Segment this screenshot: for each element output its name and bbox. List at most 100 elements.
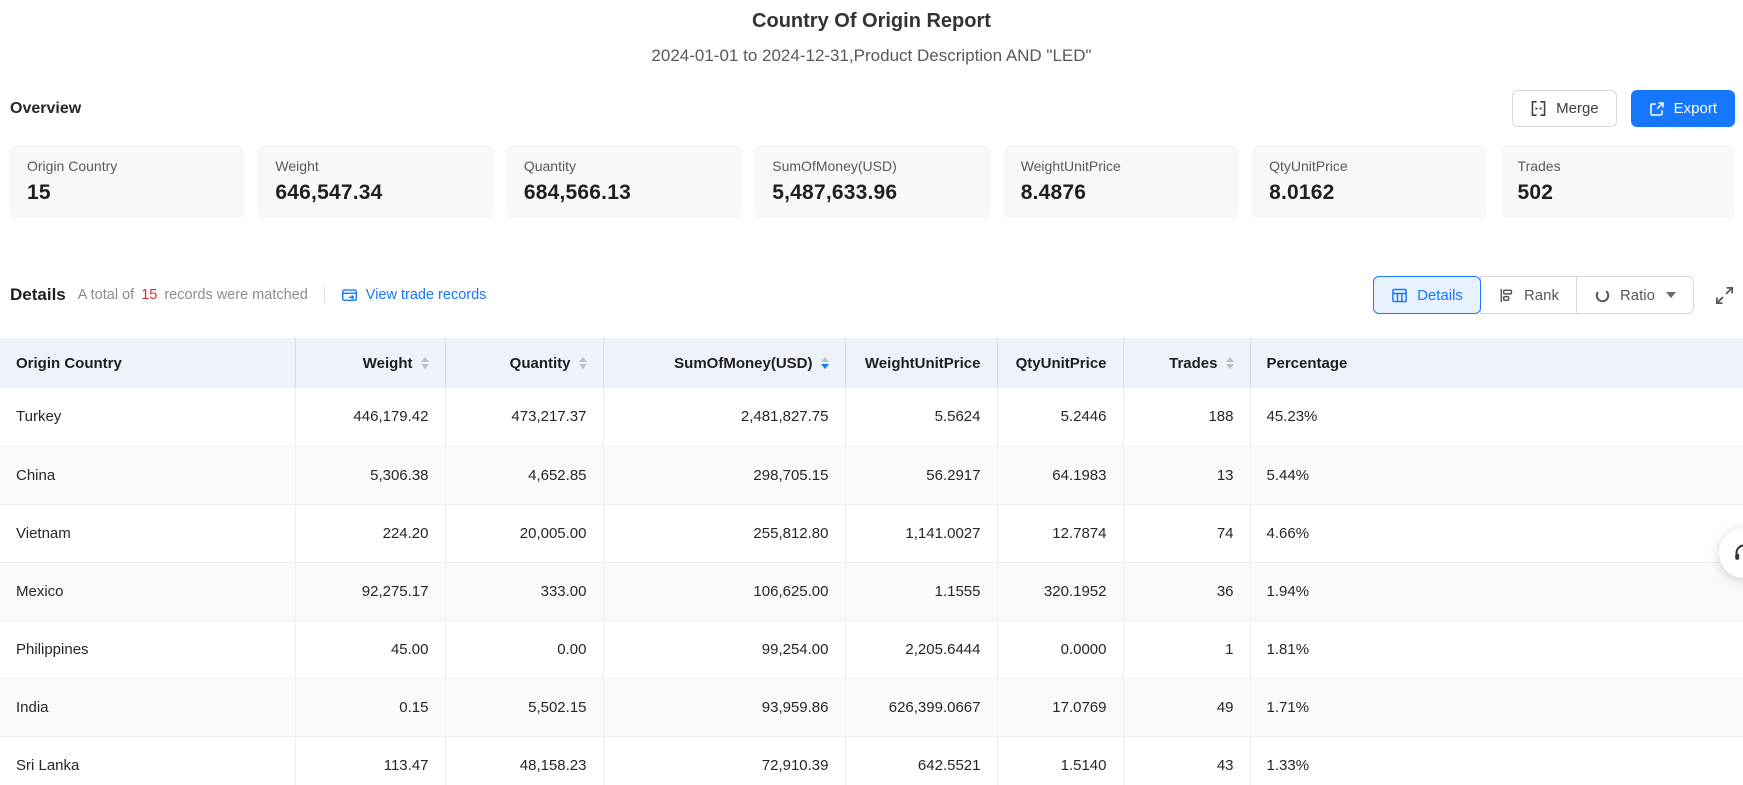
cell-percentage: 1.71%	[1250, 678, 1743, 736]
column-label: Origin Country	[16, 355, 122, 372]
cell-sumofmoney-usd: 99,254.00	[603, 620, 845, 678]
cell-qtyunitprice: 320.1952	[997, 562, 1123, 620]
table-header-row: Origin Country Weight Quantity SumOfMoney(U…	[0, 338, 1743, 388]
stat-card-value: 646,547.34	[275, 181, 475, 205]
report-page: Country Of Origin Report 2024-01-01 to 2…	[0, 0, 1743, 785]
col-qtyunitprice: QtyUnitPrice	[997, 338, 1123, 388]
cell-sumofmoney-usd: 255,812.80	[603, 504, 845, 562]
column-label: Percentage	[1267, 355, 1348, 372]
sort-icon	[821, 357, 829, 370]
cell-trades: 36	[1123, 562, 1250, 620]
cell-weight: 0.15	[295, 678, 445, 736]
match-suffix: records were matched	[164, 287, 307, 303]
cell-percentage: 1.94%	[1250, 562, 1743, 620]
col-weightunitprice: WeightUnitPrice	[845, 338, 997, 388]
cell-weightunitprice: 642.5521	[845, 736, 997, 785]
cell-weight: 92,275.17	[295, 562, 445, 620]
table-row: China5,306.384,652.85298,705.1556.291764…	[0, 446, 1743, 504]
view-trade-records-link[interactable]: View trade records	[341, 287, 487, 304]
column-label: Weight	[363, 355, 413, 372]
fullscreen-icon	[1714, 285, 1735, 306]
tab-label: Rank	[1524, 287, 1559, 304]
cell-qtyunitprice: 64.1983	[997, 446, 1123, 504]
cell-weight: 113.47	[295, 736, 445, 785]
cell-sumofmoney-usd: 298,705.15	[603, 446, 845, 504]
overview-heading: Overview	[10, 100, 81, 118]
stat-card-sumofmoney-usd: SumOfMoney(USD)5,487,633.96	[755, 145, 989, 218]
merge-button-label: Merge	[1556, 100, 1599, 117]
col-quantity[interactable]: Quantity	[445, 338, 603, 388]
fullscreen-button[interactable]	[1714, 285, 1735, 306]
table-row: Sri Lanka113.4748,158.2372,910.39642.552…	[0, 736, 1743, 785]
cell-origin-country: Sri Lanka	[0, 736, 295, 785]
cell-qtyunitprice: 17.0769	[997, 678, 1123, 736]
cell-trades: 49	[1123, 678, 1250, 736]
cell-sumofmoney-usd: 106,625.00	[603, 562, 845, 620]
cell-origin-country: India	[0, 678, 295, 736]
stat-card-value: 5,487,633.96	[772, 181, 972, 205]
stat-card-quantity: Quantity 684,566.13	[507, 145, 741, 218]
chevron-down-icon	[1666, 292, 1676, 298]
cell-weightunitprice: 1,141.0027	[845, 504, 997, 562]
page-title: Country Of Origin Report	[0, 0, 1743, 33]
cell-weightunitprice: 5.5624	[845, 388, 997, 446]
cell-quantity: 20,005.00	[445, 504, 603, 562]
stat-card-label: Quantity	[524, 158, 724, 174]
cell-quantity: 5,502.15	[445, 678, 603, 736]
stat-card-weight: Weight 646,547.34	[258, 145, 492, 218]
stat-card-label: WeightUnitPrice	[1021, 158, 1221, 174]
details-controls: Details Rank Ratio	[1373, 276, 1735, 314]
cell-trades: 74	[1123, 504, 1250, 562]
sort-icon	[421, 357, 429, 370]
match-prefix: A total of	[78, 287, 134, 303]
tab-ratio[interactable]: Ratio	[1576, 276, 1694, 314]
stat-card-label: Trades	[1518, 158, 1718, 174]
stat-card-value: 684,566.13	[524, 181, 724, 205]
overview-cards: Origin Country 15 Weight 646,547.34 Quantity…	[10, 145, 1735, 218]
col-sumofmoney-usd[interactable]: SumOfMoney(USD)	[603, 338, 845, 388]
cell-weightunitprice: 626,399.0667	[845, 678, 997, 736]
column-label: Trades	[1169, 355, 1217, 372]
sort-icon	[1226, 357, 1234, 370]
stat-card-value: 8.4876	[1021, 181, 1221, 205]
tab-label: Ratio	[1620, 287, 1655, 304]
tab-rank[interactable]: Rank	[1480, 276, 1577, 314]
col-weight[interactable]: Weight	[295, 338, 445, 388]
cell-weight: 224.20	[295, 504, 445, 562]
cell-percentage: 5.44%	[1250, 446, 1743, 504]
table-row: Vietnam224.2020,005.00255,812.801,141.00…	[0, 504, 1743, 562]
cell-quantity: 333.00	[445, 562, 603, 620]
ratio-icon	[1594, 287, 1611, 304]
stat-card-qtyunitprice: QtyUnitPrice 8.0162	[1252, 145, 1486, 218]
headset-icon	[1732, 541, 1743, 565]
stat-card-value: 15	[27, 181, 227, 205]
stat-card-value: 8.0162	[1269, 181, 1469, 205]
table-icon	[1391, 287, 1408, 304]
export-button[interactable]: Export	[1631, 90, 1735, 127]
stat-card-label: QtyUnitPrice	[1269, 158, 1469, 174]
table-row: Mexico92,275.17333.00106,625.001.1555320…	[0, 562, 1743, 620]
match-summary: A total of15records were matched	[78, 287, 308, 303]
view-trade-records-label: View trade records	[366, 287, 487, 303]
col-trades[interactable]: Trades	[1123, 338, 1250, 388]
overview-actions: Merge Export	[1512, 90, 1735, 127]
cell-percentage: 45.23%	[1250, 388, 1743, 446]
cell-weightunitprice: 2,205.6444	[845, 620, 997, 678]
cell-trades: 43	[1123, 736, 1250, 785]
cell-origin-country: China	[0, 446, 295, 504]
cell-trades: 188	[1123, 388, 1250, 446]
cell-origin-country: Mexico	[0, 562, 295, 620]
column-label: Quantity	[510, 355, 571, 372]
cell-qtyunitprice: 12.7874	[997, 504, 1123, 562]
cell-sumofmoney-usd: 93,959.86	[603, 678, 845, 736]
stat-card-trades: Trades502	[1501, 145, 1735, 218]
merge-button[interactable]: Merge	[1512, 90, 1617, 127]
cell-trades: 1	[1123, 620, 1250, 678]
col-origin-country: Origin Country	[0, 338, 295, 388]
table-row: Turkey446,179.42473,217.372,481,827.755.…	[0, 388, 1743, 446]
tab-details[interactable]: Details	[1373, 276, 1481, 314]
trade-records-icon	[341, 287, 358, 304]
stat-card-label: Origin Country	[27, 158, 227, 174]
stat-card-label: Weight	[275, 158, 475, 174]
cell-qtyunitprice: 0.0000	[997, 620, 1123, 678]
